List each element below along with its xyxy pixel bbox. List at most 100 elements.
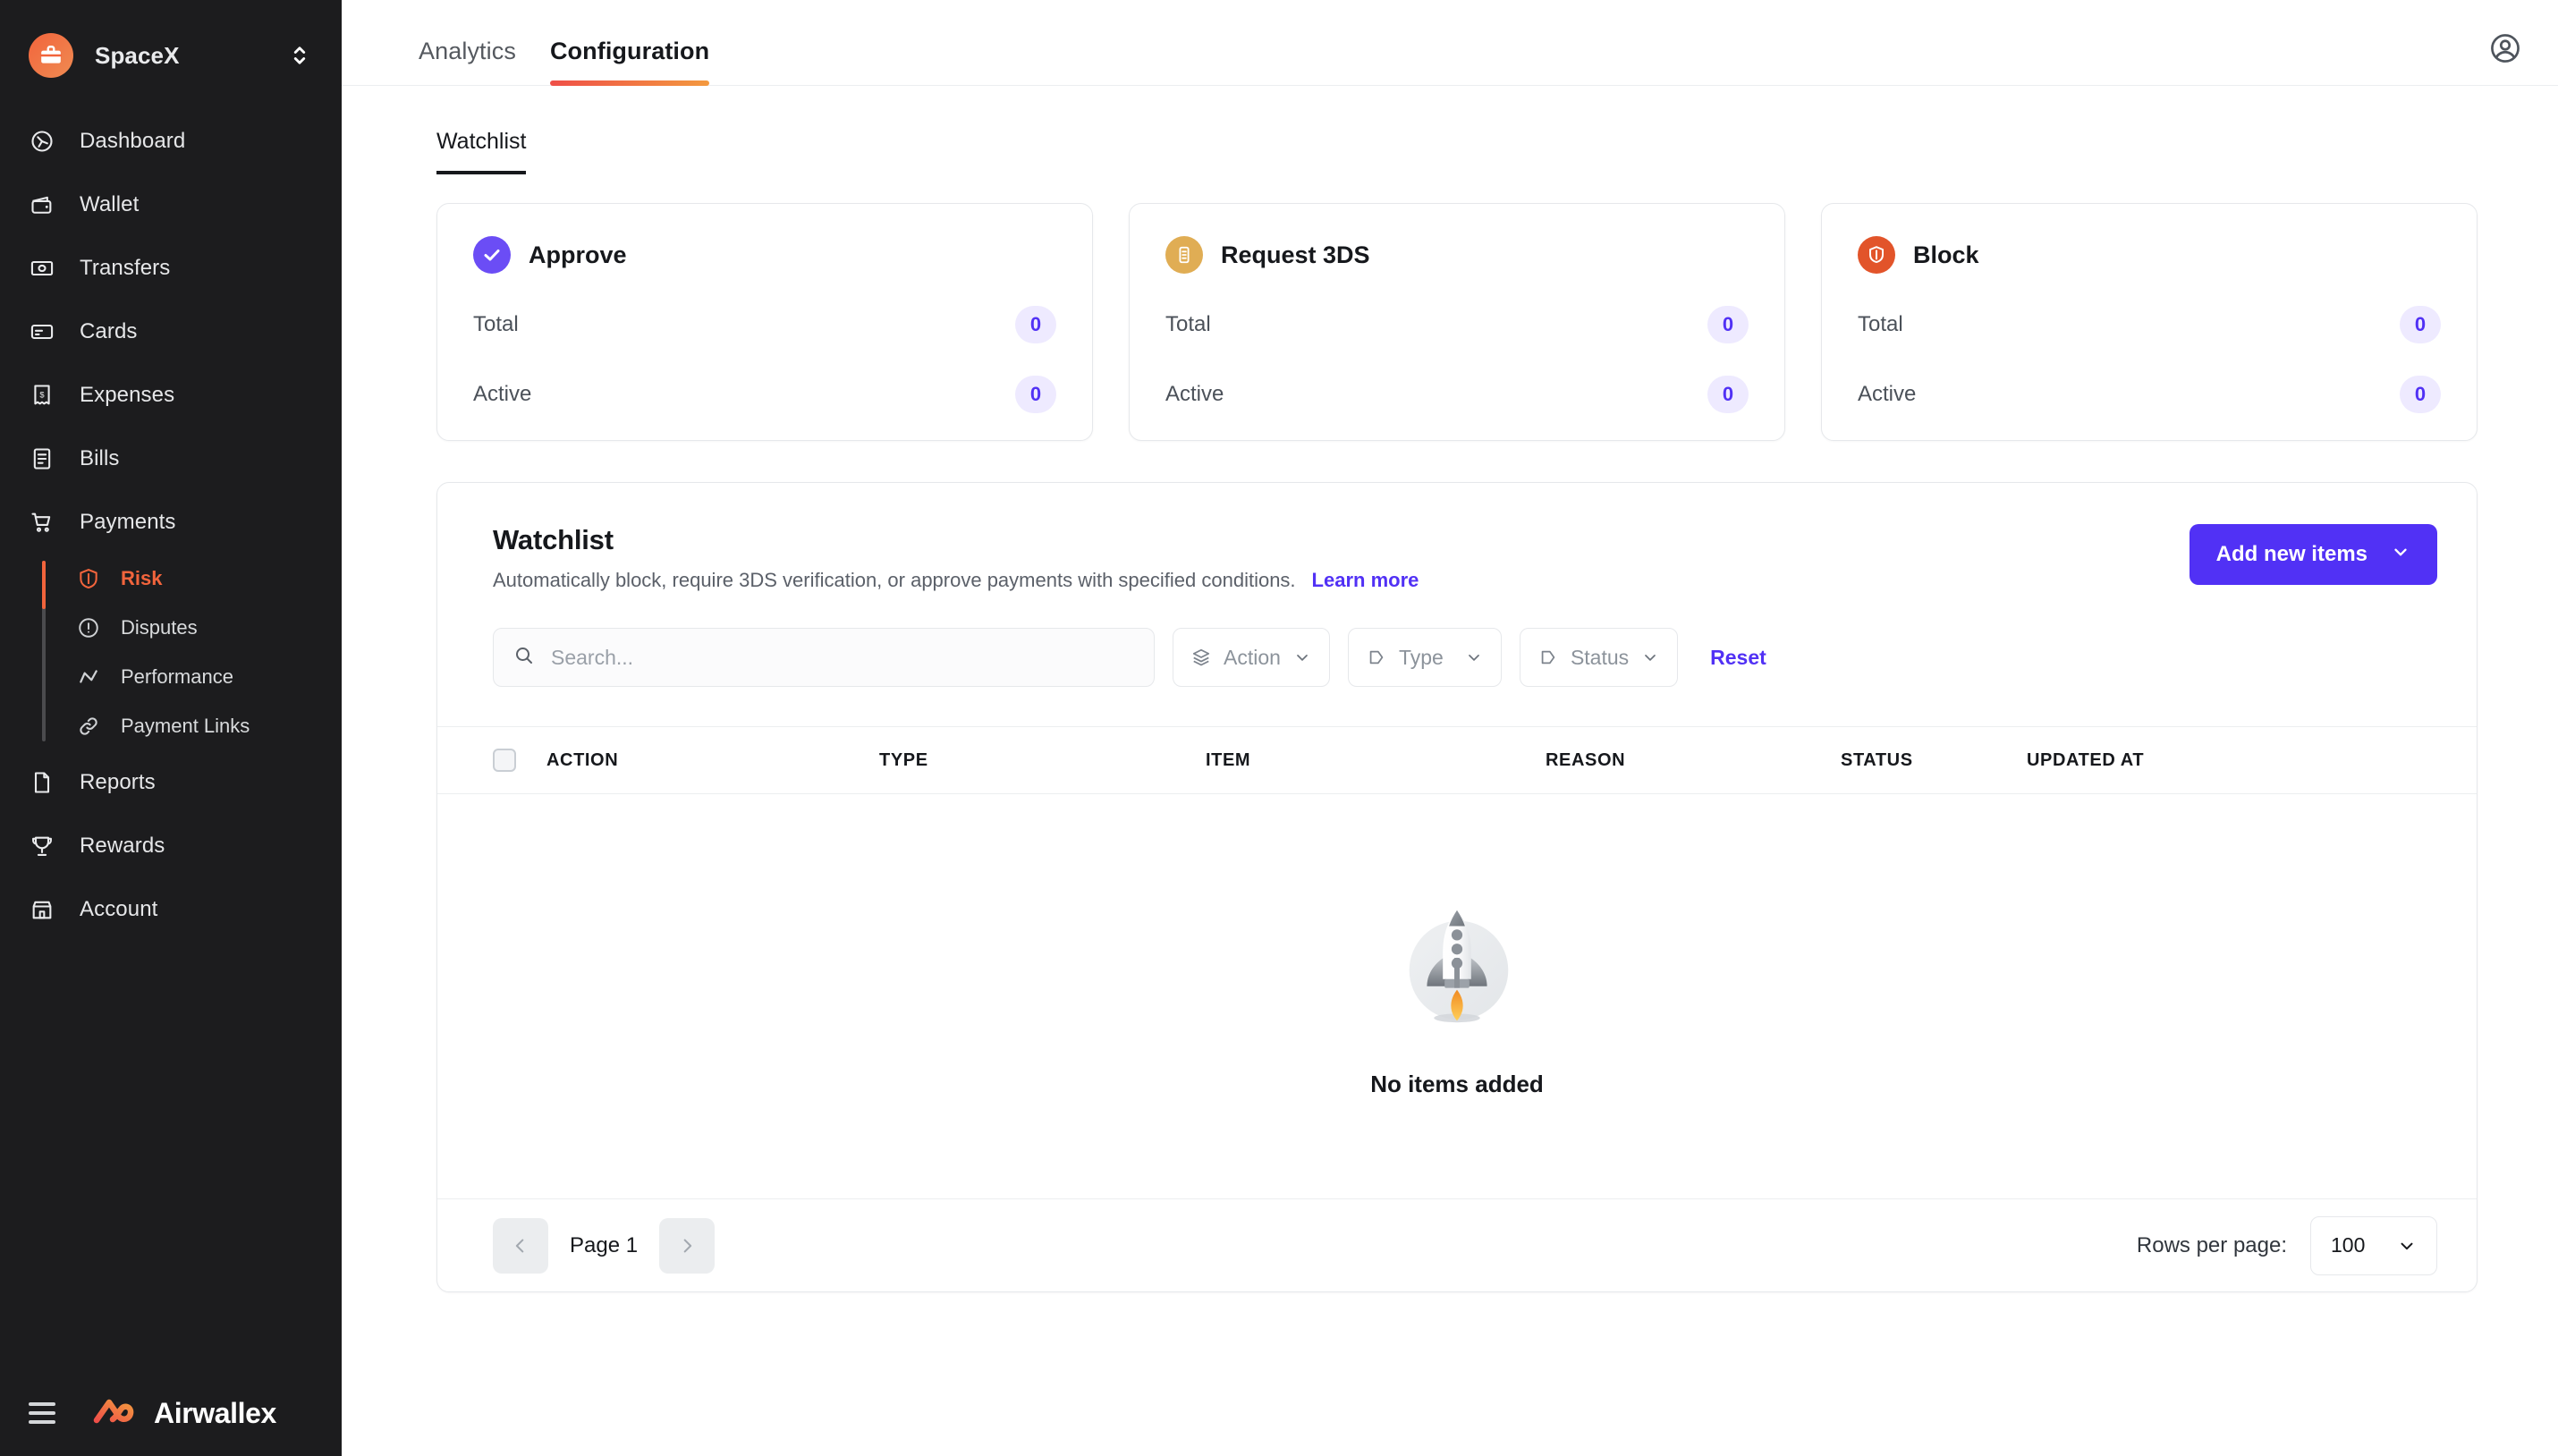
performance-icon bbox=[76, 665, 101, 690]
rows-per-page: Rows per page: 100 bbox=[2137, 1215, 2437, 1275]
rows-per-page-select[interactable]: 100 bbox=[2310, 1215, 2437, 1275]
sidebar-item-wallet[interactable]: Wallet bbox=[0, 173, 342, 236]
sidebar-item-label: Cards bbox=[80, 318, 138, 343]
stat-row-label: Active bbox=[1858, 382, 1917, 406]
stat-row-value: 0 bbox=[1707, 306, 1749, 343]
sidebar-item-rewards[interactable]: Rewards bbox=[0, 814, 342, 877]
sidebar-subitem-label: Payment Links bbox=[121, 714, 250, 737]
layers-icon bbox=[1191, 648, 1211, 667]
bills-icon bbox=[29, 445, 55, 472]
sidebar-item-bills[interactable]: Bills bbox=[0, 427, 342, 490]
tab-analytics[interactable]: Analytics bbox=[419, 38, 516, 85]
reset-filters-link[interactable]: Reset bbox=[1710, 646, 1766, 670]
next-page-button[interactable] bbox=[659, 1217, 716, 1274]
sidebar-subitem-label: Performance bbox=[121, 665, 233, 688]
watchlist-panel: Watchlist Automatically block, require 3… bbox=[436, 482, 2478, 1292]
search-box[interactable] bbox=[493, 628, 1155, 687]
sidebar-nav: Dashboard Wallet Transfers Cards $ Expen… bbox=[0, 109, 342, 941]
filter-status-label: Status bbox=[1570, 645, 1630, 669]
rows-per-page-value: 100 bbox=[2331, 1233, 2366, 1257]
request-3ds-icon bbox=[1165, 236, 1203, 274]
chevron-updown-icon[interactable] bbox=[290, 44, 309, 67]
column-header-reason: REASON bbox=[1546, 749, 1626, 770]
sidebar-item-performance[interactable]: Performance bbox=[0, 652, 342, 701]
svg-text:$: $ bbox=[39, 390, 45, 399]
stat-row-label: Total bbox=[473, 312, 519, 336]
panel-header: Watchlist Automatically block, require 3… bbox=[437, 483, 2477, 628]
sidebar-item-label: Dashboard bbox=[80, 128, 186, 153]
sidebar-item-label: Account bbox=[80, 896, 158, 921]
sidebar-item-label: Reports bbox=[80, 769, 156, 794]
tab-configuration[interactable]: Configuration bbox=[549, 38, 710, 86]
stat-row-value: 0 bbox=[2400, 306, 2441, 343]
sidebar-item-payments[interactable]: Payments bbox=[0, 490, 342, 554]
learn-more-link[interactable]: Learn more bbox=[1312, 569, 1419, 592]
sidebar-item-risk[interactable]: Risk bbox=[0, 554, 342, 603]
subnav-rail-active bbox=[42, 561, 46, 609]
user-circle-icon[interactable] bbox=[2488, 31, 2522, 65]
shield-icon bbox=[76, 566, 101, 591]
select-all-checkbox[interactable] bbox=[493, 749, 516, 772]
stat-row-active: Active 0 bbox=[1165, 376, 1749, 413]
filter-type-label: Type bbox=[1398, 645, 1444, 669]
rocket-illustration bbox=[1386, 894, 1528, 1040]
pager: Page 1 bbox=[493, 1217, 716, 1274]
table-header-row: ACTION TYPE ITEM REASON STATUS UPDATED A… bbox=[437, 726, 2477, 794]
page-content: Watchlist Approve Total 0 Active 0 Reque… bbox=[342, 86, 2558, 1456]
hamburger-icon[interactable] bbox=[29, 1402, 55, 1424]
trophy-icon bbox=[29, 833, 55, 859]
sub-tabs: Watchlist bbox=[436, 86, 2478, 174]
sidebar-item-account[interactable]: Account bbox=[0, 877, 342, 941]
filter-type-dropdown[interactable]: Type bbox=[1347, 628, 1502, 687]
account-icon bbox=[29, 896, 55, 923]
page-title: Watchlist bbox=[493, 524, 614, 555]
payments-subnav: Risk Disputes Performance Payment Links bbox=[0, 554, 342, 750]
wallet-icon bbox=[29, 191, 55, 218]
sidebar-item-transfers[interactable]: Transfers bbox=[0, 236, 342, 300]
stat-row-label: Total bbox=[1858, 312, 1903, 336]
stat-row-value: 0 bbox=[2400, 376, 2441, 413]
filter-status-dropdown[interactable]: Status bbox=[1519, 628, 1679, 687]
tab-watchlist[interactable]: Watchlist bbox=[436, 129, 527, 174]
stat-row-label: Active bbox=[473, 382, 532, 406]
add-new-items-button[interactable]: Add new items bbox=[2189, 524, 2437, 585]
sidebar-item-payment-links[interactable]: Payment Links bbox=[0, 701, 342, 750]
payments-icon bbox=[29, 509, 55, 536]
main-content: Analytics Configuration Watchlist Approv… bbox=[342, 0, 2558, 1456]
sidebar-item-reports[interactable]: Reports bbox=[0, 750, 342, 814]
stat-row-total: Total 0 bbox=[1858, 306, 2441, 343]
prev-page-button[interactable] bbox=[493, 1217, 548, 1274]
chevron-down-icon bbox=[2397, 1236, 2417, 1256]
sidebar-item-expenses[interactable]: $ Expenses bbox=[0, 363, 342, 427]
org-switcher[interactable]: SpaceX bbox=[0, 0, 342, 86]
search-input[interactable] bbox=[551, 629, 1134, 686]
search-icon bbox=[513, 645, 535, 671]
stat-card-title: Request 3DS bbox=[1221, 241, 1370, 268]
chevron-down-icon bbox=[2391, 542, 2410, 568]
stat-row-value: 0 bbox=[1707, 376, 1749, 413]
sidebar-item-cards[interactable]: Cards bbox=[0, 300, 342, 363]
tag-icon bbox=[1538, 648, 1558, 667]
stat-card-request-3ds: Request 3DS Total 0 Active 0 bbox=[1129, 203, 1785, 441]
stat-row-label: Total bbox=[1165, 312, 1211, 336]
topbar: Analytics Configuration bbox=[342, 0, 2558, 86]
filter-bar: Action Type bbox=[437, 628, 2477, 726]
column-header-type: TYPE bbox=[879, 749, 928, 770]
filter-action-dropdown[interactable]: Action bbox=[1173, 628, 1330, 687]
column-header-item: ITEM bbox=[1206, 749, 1251, 770]
sidebar-item-disputes[interactable]: Disputes bbox=[0, 603, 342, 652]
stat-card-approve: Approve Total 0 Active 0 bbox=[436, 203, 1093, 441]
dashboard-icon bbox=[29, 128, 55, 155]
stat-card-header: Approve bbox=[473, 236, 1056, 274]
airwallex-logo-icon bbox=[93, 1395, 145, 1432]
briefcase-icon bbox=[29, 33, 73, 78]
sidebar-item-label: Transfers bbox=[80, 255, 171, 280]
sidebar-item-dashboard[interactable]: Dashboard bbox=[0, 109, 342, 173]
stat-row-active: Active 0 bbox=[473, 376, 1056, 413]
chevron-down-icon bbox=[1293, 648, 1311, 666]
sidebar-subitem-label: Risk bbox=[121, 566, 163, 589]
app-root: SpaceX Dashboard Wallet Transfers Cards … bbox=[0, 0, 2558, 1456]
sidebar-subitem-label: Disputes bbox=[121, 615, 198, 639]
stat-row-value: 0 bbox=[1015, 376, 1056, 413]
stat-card-block: Block Total 0 Active 0 bbox=[1821, 203, 2478, 441]
